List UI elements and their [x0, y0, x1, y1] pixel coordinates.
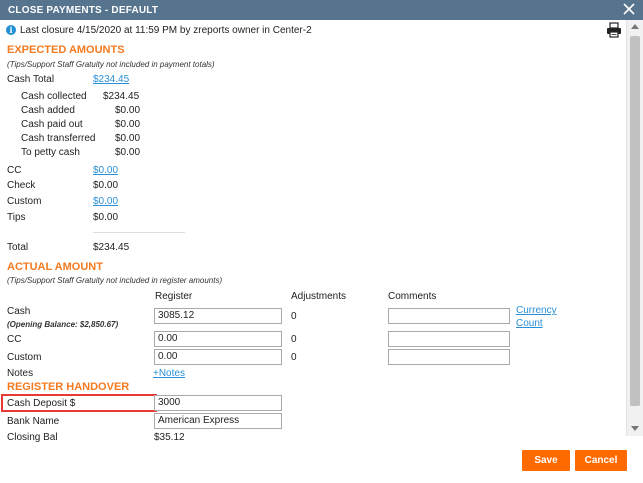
check-label: Check — [7, 180, 36, 191]
total-divider — [93, 232, 185, 233]
check-value: $0.00 — [93, 180, 119, 191]
cash-paid-out-label: Cash paid out — [21, 119, 83, 130]
custom-row-label: Custom — [7, 352, 42, 363]
cash-collected-value: $234.45 — [103, 91, 140, 102]
cash-transferred-label: Cash transferred — [21, 133, 96, 144]
printer-icon[interactable] — [606, 22, 622, 38]
cash-adjustment-value: 0 — [291, 311, 297, 322]
cash-total-label: Cash Total — [7, 74, 55, 85]
window-title: CLOSE PAYMENTS - DEFAULT — [8, 5, 159, 16]
cc-label: CC — [7, 165, 22, 176]
register-column-header: Register — [155, 291, 193, 302]
cash-total-link[interactable]: $234.45 — [93, 74, 129, 85]
scroll-thumb[interactable] — [630, 36, 640, 406]
cc-comment-input[interactable] — [388, 331, 510, 347]
register-handover-heading: REGISTER HANDOVER — [7, 381, 130, 393]
cash-deposit-input[interactable]: 3000 — [154, 395, 282, 411]
cc-expected-link[interactable]: $0.00 — [93, 165, 118, 176]
cash-transferred-value: $0.00 — [115, 133, 141, 144]
cash-collected-label: Cash collected — [21, 91, 87, 102]
cash-added-label: Cash added — [21, 105, 75, 116]
total-label: Total — [7, 242, 29, 253]
actual-amount-heading: ACTUAL AMOUNT — [7, 261, 103, 273]
dialog-footer: Save Cancel — [0, 448, 643, 483]
adjustments-column-header: Adjustments — [291, 291, 347, 302]
cash-paid-out-value: $0.00 — [115, 119, 141, 130]
cash-comment-input[interactable] — [388, 308, 510, 324]
cc-register-input[interactable]: 0.00 — [154, 331, 282, 347]
cancel-button[interactable]: Cancel — [575, 450, 627, 471]
custom-adjustment-value: 0 — [291, 352, 297, 363]
expected-note: (Tips/Support Staff Gratuity not include… — [7, 60, 215, 69]
close-icon[interactable] — [622, 2, 636, 16]
scroll-up-arrow-icon[interactable] — [631, 24, 639, 29]
title-bar: CLOSE PAYMENTS - DEFAULT — [0, 0, 643, 20]
info-icon: i — [6, 25, 16, 35]
vertical-scrollbar[interactable] — [626, 20, 643, 436]
custom-comment-input[interactable] — [388, 349, 510, 365]
scroll-down-arrow-icon[interactable] — [631, 426, 639, 431]
last-closure-text: Last closure 4/15/2020 at 11:59 PM by zr… — [20, 25, 312, 36]
cc-adjustment-value: 0 — [291, 334, 297, 345]
comments-column-header: Comments — [388, 291, 437, 302]
to-petty-cash-value: $0.00 — [115, 147, 141, 158]
cash-register-input[interactable]: 3085.12 — [154, 308, 282, 324]
cash-row-label: Cash — [7, 306, 31, 317]
expected-amounts-heading: EXPECTED AMOUNTS — [7, 44, 125, 56]
bank-name-input[interactable]: American Express — [154, 413, 282, 429]
currency-count-link-line2[interactable]: Count — [516, 318, 543, 329]
custom-label: Custom — [7, 196, 42, 207]
dialog-content: i Last closure 4/15/2020 at 11:59 PM by … — [0, 20, 626, 448]
cash-deposit-label: Cash Deposit $ — [7, 398, 76, 409]
custom-register-input[interactable]: 0.00 — [154, 349, 282, 365]
tips-label: Tips — [7, 212, 26, 223]
closing-balance-value: $35.12 — [154, 432, 185, 443]
bank-name-label: Bank Name — [7, 416, 60, 427]
closing-balance-label: Closing Bal — [7, 432, 58, 443]
add-notes-link[interactable]: +Notes — [153, 368, 185, 379]
total-value: $234.45 — [93, 242, 130, 253]
notes-label: Notes — [7, 368, 34, 379]
currency-count-link-line1[interactable]: Currency — [516, 305, 557, 316]
cash-added-value: $0.00 — [115, 105, 141, 116]
opening-balance: (Opening Balance: $2,850.67) — [7, 320, 119, 329]
cc-row-label: CC — [7, 334, 22, 345]
to-petty-cash-label: To petty cash — [21, 147, 80, 158]
custom-expected-link[interactable]: $0.00 — [93, 196, 118, 207]
actual-note: (Tips/Support Staff Gratuity not include… — [7, 276, 223, 285]
tips-value: $0.00 — [93, 212, 119, 223]
save-button[interactable]: Save — [522, 450, 570, 471]
